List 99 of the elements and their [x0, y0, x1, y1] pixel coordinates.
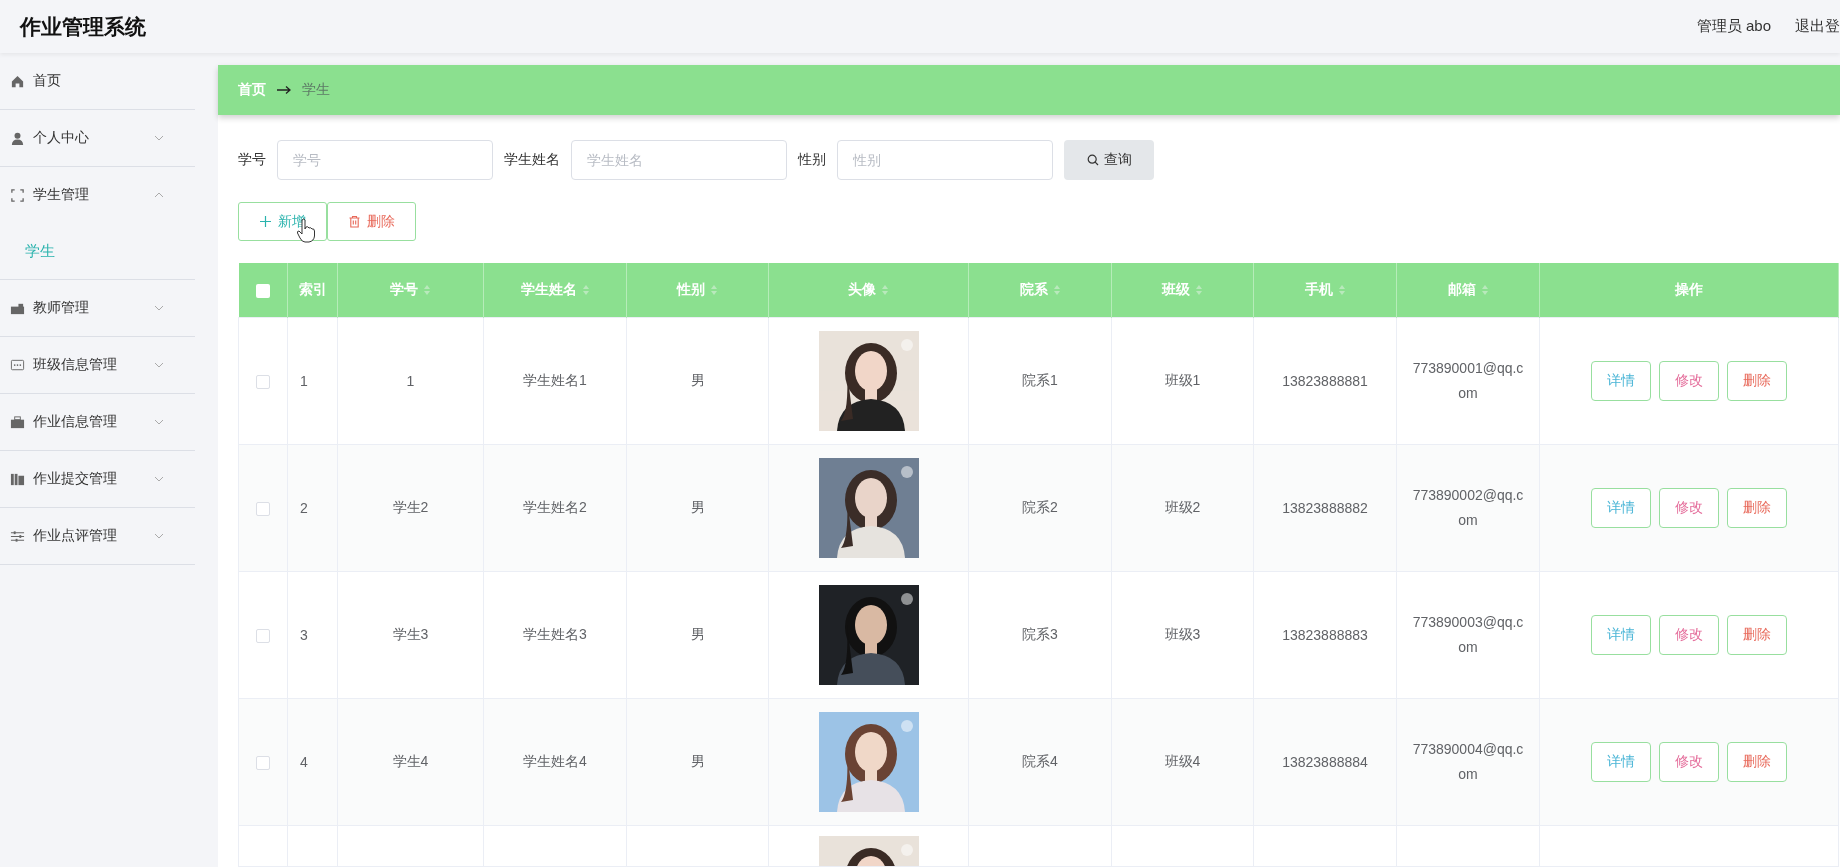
delete-button[interactable]: 删除 [1727, 488, 1787, 528]
sidebar-item[interactable]: 作业信息管理 [0, 394, 195, 451]
search-button[interactable]: 查询 [1064, 140, 1154, 180]
table-cell: 院系3 [1022, 626, 1058, 642]
checkbox[interactable] [256, 502, 270, 517]
field-label: 学生姓名 [504, 151, 560, 169]
table-cell: 院系4 [1022, 753, 1058, 769]
breadcrumb-item: 学生 [302, 81, 330, 99]
sidebar-item[interactable]: 作业提交管理 [0, 451, 195, 508]
column-header: 操作 [1675, 281, 1703, 299]
sidebar-item[interactable]: 班级信息管理 [0, 337, 195, 394]
sort-icon[interactable] [1195, 284, 1203, 296]
table-cell: 男 [690, 753, 705, 769]
field-label: 性别 [798, 151, 826, 169]
delete-button[interactable]: 删除 [1727, 361, 1787, 401]
table-cell: 班级2 [1164, 499, 1201, 515]
sidebar-item[interactable]: 作业点评管理 [0, 508, 195, 565]
sidebar-item[interactable]: 个人中心 [0, 110, 195, 167]
column-header: 手机 [1304, 281, 1333, 299]
table-cell: 学生姓名2 [523, 499, 587, 515]
column-header: 索引 [298, 281, 327, 299]
detail-button[interactable]: 详情 [1591, 742, 1651, 782]
column-header: 头像 [848, 281, 876, 299]
table-cell: 男 [690, 499, 705, 515]
table-cell: 13823888881 [1282, 373, 1368, 389]
column-header: 学生姓名 [520, 281, 577, 299]
delete-button[interactable]: 删除 [327, 202, 416, 241]
table-cell: 773890003@qq.com [1412, 614, 1524, 655]
table-cell: 男 [690, 372, 705, 388]
table-cell: 学生姓名1 [523, 372, 587, 388]
delete-button[interactable]: 删除 [1727, 615, 1787, 655]
checkbox[interactable] [256, 756, 270, 771]
column-header: 学号 [390, 281, 418, 299]
checkbox[interactable] [255, 284, 270, 299]
column-header: 院系 [1019, 281, 1048, 299]
detail-button[interactable]: 详情 [1591, 361, 1651, 401]
table-cell: 1 [300, 373, 308, 389]
table-cell: 13823888884 [1282, 754, 1368, 770]
table-cell: 院系2 [1022, 499, 1058, 515]
table-cell: 学生4 [392, 753, 429, 769]
sidebar-icon [10, 73, 25, 89]
delete-button[interactable]: 删除 [1727, 742, 1787, 782]
sort-icon[interactable] [423, 284, 431, 296]
table-cell: 13823888882 [1282, 500, 1368, 516]
column-header: 班级 [1162, 281, 1190, 299]
sort-icon[interactable] [881, 284, 889, 296]
table-cell: 班级1 [1164, 372, 1201, 388]
field-label: 学号 [238, 151, 266, 169]
arrow-icon [276, 85, 292, 95]
edit-button[interactable]: 修改 [1659, 615, 1719, 655]
input-field[interactable]: 性别 [837, 140, 1053, 180]
input-field[interactable]: 学生姓名 [571, 140, 787, 180]
plus-icon [259, 215, 272, 228]
table-cell: 2 [300, 500, 308, 516]
search-icon [1086, 154, 1099, 166]
sidebar-item[interactable]: 首页 [0, 53, 195, 110]
user-name: 管理员 abo [1696, 17, 1771, 36]
table-cell: 3 [300, 627, 308, 643]
edit-button[interactable]: 修改 [1659, 488, 1719, 528]
app-title: 作业管理系统 [20, 13, 146, 40]
logout-link[interactable]: 退出登 [1795, 17, 1840, 36]
sort-icon[interactable] [581, 284, 590, 296]
sidebar-item[interactable]: 教师管理 [0, 280, 195, 337]
table-cell: 学生姓名4 [523, 753, 587, 769]
table-cell: 学生姓名3 [523, 626, 587, 642]
sidebar-icon [10, 414, 25, 430]
table-cell: 4 [300, 754, 308, 770]
table-cell: 院系1 [1022, 372, 1058, 388]
table-cell: 773890004@qq.com [1412, 741, 1524, 782]
input-field[interactable]: 学号 [277, 140, 493, 180]
trash-icon [348, 215, 361, 228]
sidebar-icon [10, 528, 25, 544]
column-header: 性别 [677, 281, 705, 299]
detail-button[interactable]: 详情 [1591, 615, 1651, 655]
table-cell: 773890002@qq.com [1412, 487, 1524, 528]
table-cell: 773890001@qq.com [1412, 360, 1524, 401]
edit-button[interactable]: 修改 [1659, 361, 1719, 401]
table-cell: 班级4 [1164, 753, 1201, 769]
table-cell: 学生3 [392, 626, 429, 642]
sort-icon[interactable] [1337, 284, 1346, 296]
checkbox[interactable] [256, 375, 270, 390]
sort-icon[interactable] [710, 284, 718, 296]
sidebar-icon [10, 187, 25, 203]
sidebar-subitem[interactable]: 学生 [25, 241, 55, 261]
sort-icon[interactable] [1052, 284, 1061, 296]
sidebar-icon [10, 357, 25, 373]
sidebar-item[interactable]: 学生管理 [0, 167, 195, 223]
table-cell: 1 [406, 373, 415, 389]
sidebar-icon [10, 130, 25, 146]
checkbox[interactable] [256, 629, 270, 644]
edit-button[interactable]: 修改 [1659, 742, 1719, 782]
table-cell: 学生2 [392, 499, 429, 515]
sidebar-icon [10, 471, 25, 487]
table-cell: 男 [690, 626, 705, 642]
table-cell: 班级3 [1164, 626, 1201, 642]
sort-icon[interactable] [1480, 284, 1489, 296]
column-header: 邮箱 [1447, 281, 1476, 299]
table-cell: 13823888883 [1282, 627, 1368, 643]
detail-button[interactable]: 详情 [1591, 488, 1651, 528]
